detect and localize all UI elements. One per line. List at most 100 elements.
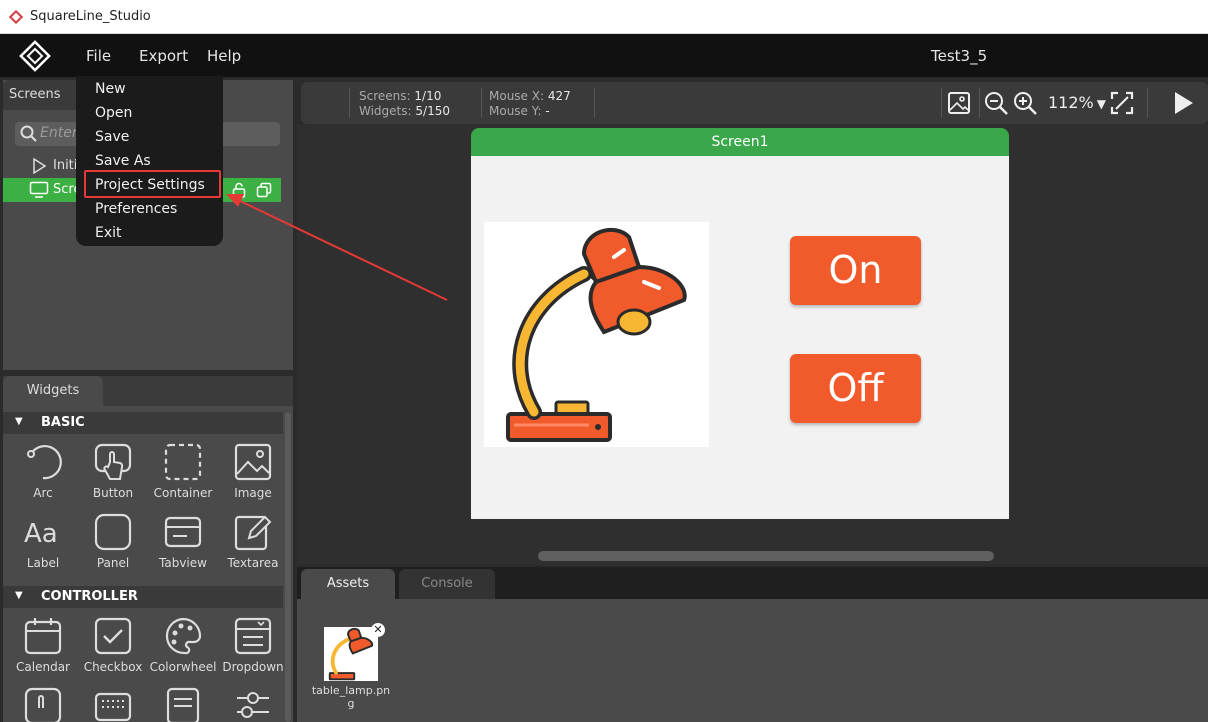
widget-arc[interactable]: Arc xyxy=(8,438,78,504)
desk-lamp-icon xyxy=(328,627,374,681)
arc-icon xyxy=(27,445,62,480)
toolbar-divider xyxy=(979,88,980,118)
asset-item[interactable]: ✕ table_lamp.png xyxy=(311,623,391,713)
background-image-icon[interactable] xyxy=(946,90,972,116)
tab-widgets[interactable]: Widgets xyxy=(3,376,103,406)
app-icon xyxy=(9,10,23,24)
toolbar-divider xyxy=(594,88,595,118)
menu-item-save-as[interactable]: Save As xyxy=(95,153,151,169)
bottom-panel: Assets Console ✕ table_lamp.png xyxy=(297,567,1208,722)
widget-label: Tabview xyxy=(159,556,207,570)
widget-button[interactable]: Button xyxy=(78,438,148,504)
on-button[interactable]: On xyxy=(790,236,921,305)
slider-icon xyxy=(237,692,269,718)
svg-text:Aa: Aa xyxy=(24,519,58,549)
title-bar: SquareLine_Studio xyxy=(0,0,1208,34)
menu-item-open[interactable]: Open xyxy=(95,105,132,121)
widget-colorwheel[interactable]: Colorwheel xyxy=(148,612,218,678)
widget-keyboard-partial[interactable] xyxy=(78,682,148,722)
caret-down-icon: ▼ xyxy=(15,590,23,601)
fit-screen-icon[interactable] xyxy=(1109,90,1135,116)
design-canvas[interactable]: Screen1 On Off xyxy=(297,124,1208,565)
widget-tabview[interactable]: Tabview xyxy=(148,508,218,574)
canvas-toolbar: Screens: 1/10 Widgets: 5/150 Mouse X: 42… xyxy=(301,82,1208,124)
toolbar-divider xyxy=(349,88,350,118)
widget-label: Label xyxy=(26,556,60,570)
asset-thumbnail xyxy=(324,627,378,681)
off-button[interactable]: Off xyxy=(790,354,921,423)
calendar-icon xyxy=(24,618,62,655)
widget-label: Arc xyxy=(33,486,53,500)
search-placeholder: Enter xyxy=(40,125,78,141)
widget-panel[interactable]: Panel xyxy=(78,508,148,574)
assets-list: ✕ table_lamp.png xyxy=(297,599,1208,722)
menu-item-new[interactable]: New xyxy=(95,81,126,97)
hand-icon xyxy=(24,687,62,722)
widget-label: Panel xyxy=(96,556,130,570)
lamp-image-widget[interactable] xyxy=(484,222,709,447)
section-basic[interactable]: ▼ BASIC xyxy=(3,412,283,434)
tab-assets[interactable]: Assets xyxy=(301,569,395,599)
app-window: SquareLine_Studio File Export Help Test3… xyxy=(0,0,1208,722)
search-icon xyxy=(20,125,37,142)
chevron-down-icon: ▼ xyxy=(1096,97,1106,111)
unlock-icon[interactable] xyxy=(231,182,247,198)
widget-label: Container xyxy=(153,486,213,500)
monitor-icon xyxy=(29,181,49,198)
tabview-icon xyxy=(164,516,202,548)
widget-list-partial[interactable] xyxy=(148,682,218,722)
menu-help[interactable]: Help xyxy=(207,47,241,65)
widgets-list: ▼ BASIC Arc Button Container Image Aa La… xyxy=(3,406,293,722)
dropdown-icon xyxy=(234,617,272,655)
palette-icon xyxy=(165,617,202,655)
section-name: CONTROLLER xyxy=(41,589,138,604)
canvas-horizontal-scrollbar[interactable] xyxy=(538,551,994,561)
section-controller[interactable]: ▼ CONTROLLER xyxy=(3,586,283,608)
tab-screens[interactable]: Screens xyxy=(3,80,83,110)
file-dropdown-menu: New Open Save Save As Project Settings P… xyxy=(76,76,223,246)
container-icon xyxy=(164,443,202,481)
menu-item-save[interactable]: Save xyxy=(95,129,129,145)
menu-item-exit[interactable]: Exit xyxy=(95,225,122,241)
zoom-out-icon[interactable] xyxy=(983,90,1009,116)
project-title: Test3_5 xyxy=(931,47,988,65)
widget-label: Calendar xyxy=(16,660,70,674)
widgets-panel: Widgets ▼ BASIC Arc Button Container Ima xyxy=(3,376,293,722)
stat-screens: Screens: 1/10 xyxy=(359,89,442,103)
button-icon xyxy=(94,443,132,480)
widget-label: Dropdown xyxy=(222,660,284,674)
remove-asset-close-icon[interactable]: ✕ xyxy=(371,623,385,637)
widget-imgbutton-partial[interactable] xyxy=(8,682,78,722)
widget-image[interactable]: Image xyxy=(218,438,288,504)
widget-label-item[interactable]: Aa Label xyxy=(8,508,78,574)
widget-checkbox[interactable]: Checkbox xyxy=(78,612,148,678)
widgets-scrollbar[interactable] xyxy=(285,412,291,722)
widget-label: Colorwheel xyxy=(149,660,217,674)
widget-container[interactable]: Container xyxy=(148,438,218,504)
window-title: SquareLine_Studio xyxy=(30,9,151,24)
widget-textarea[interactable]: Textarea xyxy=(218,508,288,574)
menu-item-preferences[interactable]: Preferences xyxy=(95,201,177,217)
zoom-level-select[interactable]: 112% ▼ xyxy=(1048,93,1106,112)
widget-label: Textarea xyxy=(227,556,279,570)
screen-row-label: Initi xyxy=(53,158,78,173)
screen-title-tab[interactable]: Screen1 xyxy=(471,128,1009,156)
play-icon xyxy=(33,158,47,174)
screen-preview[interactable]: On Off xyxy=(471,156,1009,519)
toolbar-divider xyxy=(941,88,942,118)
menu-file[interactable]: File xyxy=(86,47,111,65)
tab-console[interactable]: Console xyxy=(399,569,495,599)
checkbox-icon xyxy=(94,617,132,655)
play-icon[interactable] xyxy=(1170,90,1196,116)
zoom-in-icon[interactable] xyxy=(1012,90,1038,116)
duplicate-icon[interactable] xyxy=(256,182,272,198)
menu-export[interactable]: Export xyxy=(139,47,188,65)
widget-calendar[interactable]: Calendar xyxy=(8,612,78,678)
label-icon: Aa xyxy=(24,519,58,549)
widget-label: Checkbox xyxy=(83,660,143,674)
widget-dropdown[interactable]: Dropdown xyxy=(218,612,288,678)
image-icon xyxy=(234,443,272,481)
stat-mouse-x: Mouse X: 427 xyxy=(489,89,571,103)
widget-slider-partial[interactable] xyxy=(218,682,288,722)
desk-lamp-icon xyxy=(506,227,687,442)
